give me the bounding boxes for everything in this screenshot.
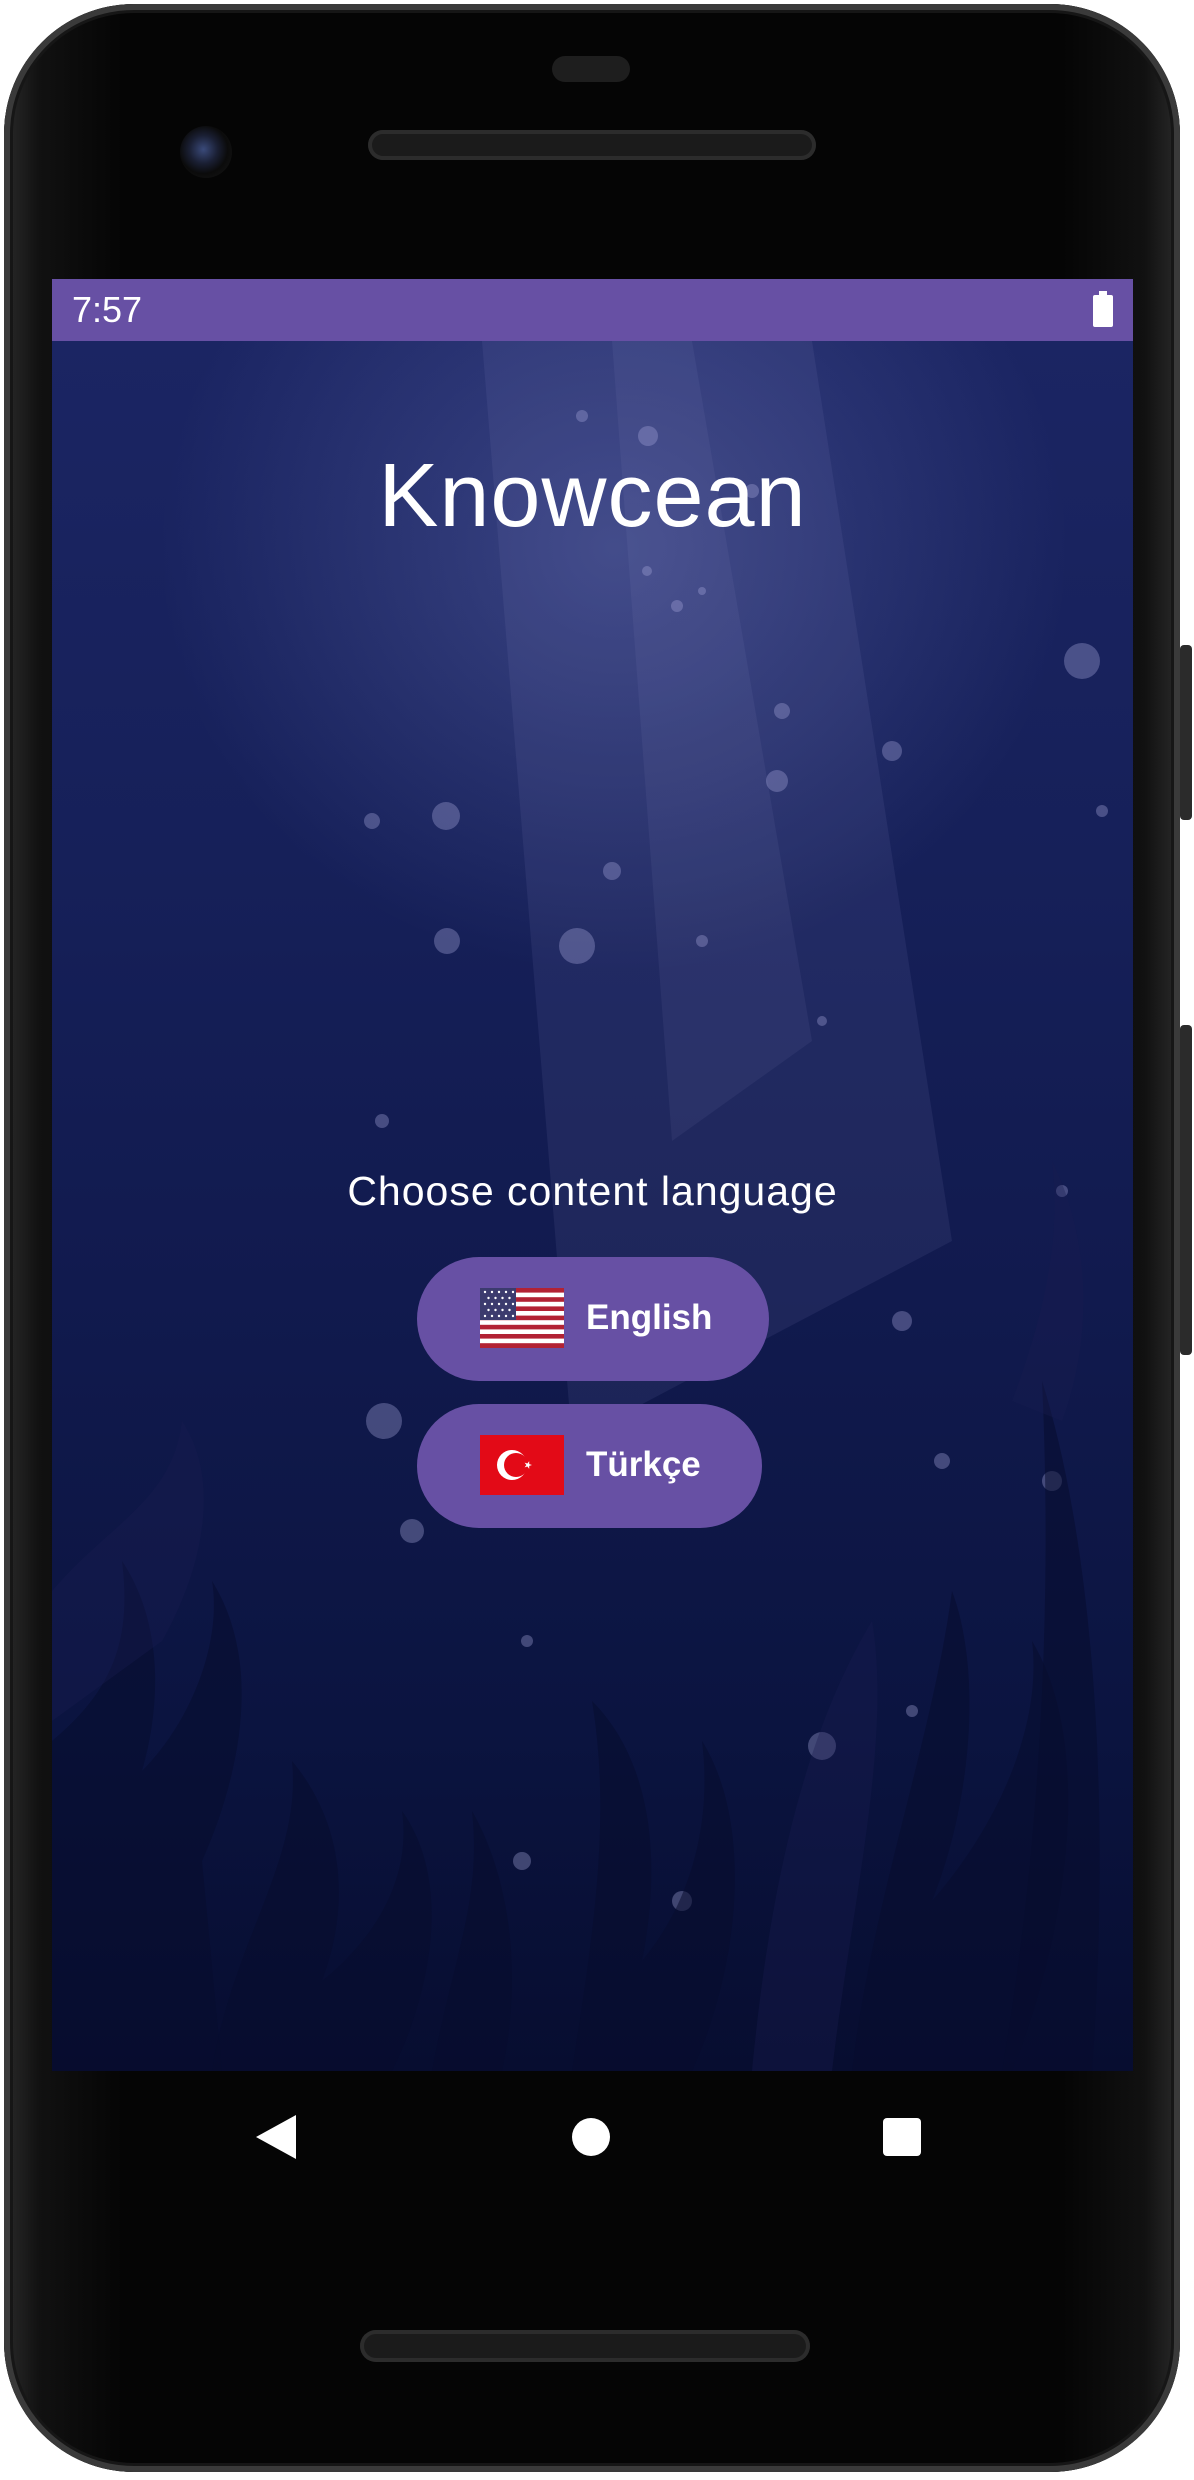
earpiece-slot (552, 56, 630, 82)
status-bar: 7:57 (52, 279, 1133, 341)
turkish-label: Türkçe (586, 1445, 701, 1484)
phone-power-button (1180, 645, 1192, 820)
turkish-language-button[interactable]: Türkçe (417, 1404, 762, 1528)
home-circle-icon[interactable] (572, 2118, 610, 2156)
phone-volume-button (1180, 1025, 1192, 1355)
english-label: English (586, 1298, 713, 1337)
battery-full-icon (1093, 291, 1113, 327)
language-prompt: Choose content language (347, 1168, 838, 1214)
bottom-speaker-grille (360, 2330, 810, 2362)
english-language-button[interactable]: English (417, 1257, 769, 1381)
front-camera-icon (180, 126, 232, 178)
app-title: Knowcean (378, 446, 807, 546)
language-select-screen: Knowcean Choose content language English… (52, 341, 1133, 2071)
device-screen: 7:57 Knowcean Choose content language En… (52, 279, 1133, 2071)
recents-square-icon[interactable] (883, 2118, 921, 2156)
us-flag-icon (480, 1288, 564, 1348)
status-time: 7:57 (72, 289, 143, 330)
turkey-flag-icon (480, 1435, 564, 1495)
back-triangle-icon[interactable] (256, 2115, 296, 2159)
top-speaker-grille (368, 130, 816, 160)
